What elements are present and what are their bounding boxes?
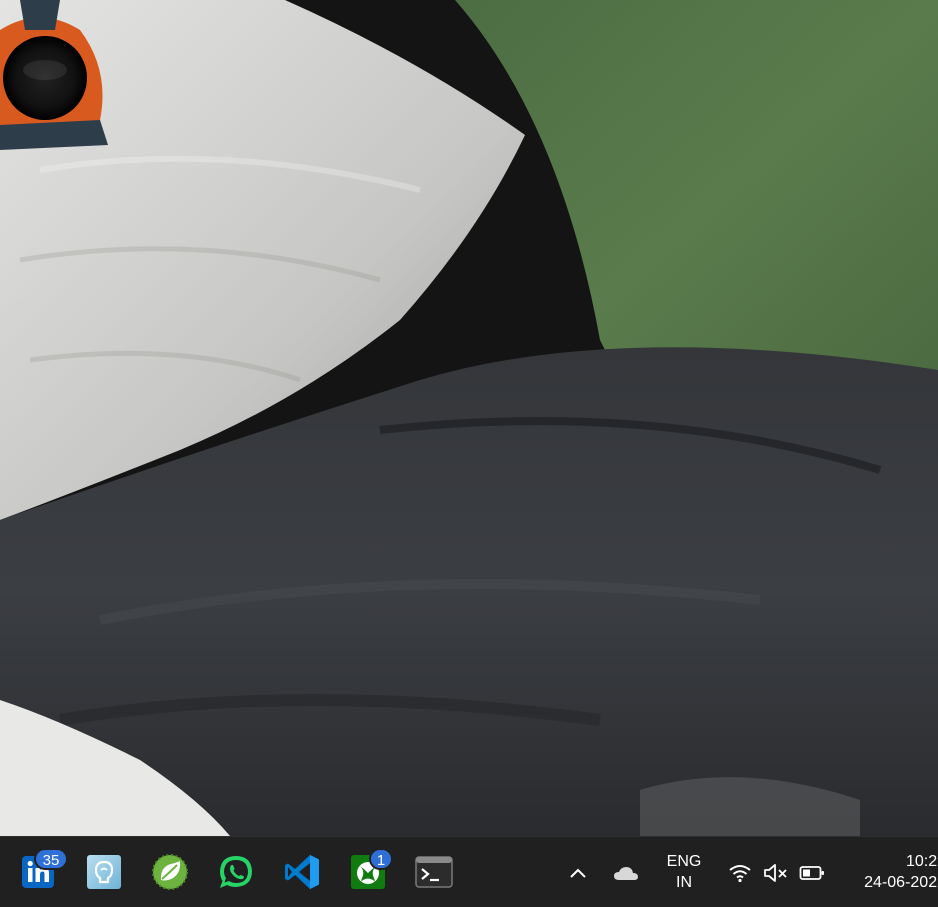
- wifi-icon: [729, 865, 751, 883]
- taskbar: 35 1 ENG IN 10:2 24-06-2025: [0, 836, 938, 907]
- taskbar-app-spring[interactable]: [148, 850, 192, 894]
- language-region: IN: [676, 874, 692, 891]
- desktop: [0, 0, 938, 836]
- language-indicator[interactable]: ENG IN: [662, 851, 706, 893]
- taskbar-app-vscode[interactable]: [280, 850, 324, 894]
- vscode-icon: [285, 855, 319, 889]
- battery-icon: [799, 866, 824, 880]
- language-code: ENG: [666, 853, 702, 870]
- taskbar-app-linkedin[interactable]: 35: [16, 848, 68, 894]
- battery-button[interactable]: [796, 859, 828, 887]
- taskbar-app-generic[interactable]: [82, 850, 126, 894]
- terminal-icon: [415, 856, 453, 888]
- network-button[interactable]: [724, 859, 756, 887]
- clock-date: 24-06-2025: [864, 874, 938, 891]
- wallpaper-puffin: [0, 0, 938, 836]
- spring-leaf-icon: [152, 854, 188, 890]
- whatsapp-icon: [220, 856, 252, 888]
- linkedin-notification-badge: 35: [34, 848, 68, 870]
- clock[interactable]: 10:29 24-06-2025: [846, 851, 938, 893]
- xbox-notification-badge: 1: [369, 848, 393, 870]
- onedrive-button[interactable]: [610, 859, 642, 887]
- cloud-icon: [614, 867, 638, 880]
- app-icon: [87, 855, 121, 889]
- volume-muted-icon: [764, 864, 787, 882]
- show-hidden-icons-button[interactable]: [564, 859, 592, 887]
- clock-time: 10:29: [905, 853, 938, 870]
- chevron-up-icon: [570, 868, 586, 878]
- taskbar-app-whatsapp[interactable]: [214, 850, 258, 894]
- taskbar-app-xbox[interactable]: 1: [346, 848, 393, 894]
- volume-button[interactable]: [760, 859, 792, 887]
- taskbar-app-terminal[interactable]: [412, 850, 456, 894]
